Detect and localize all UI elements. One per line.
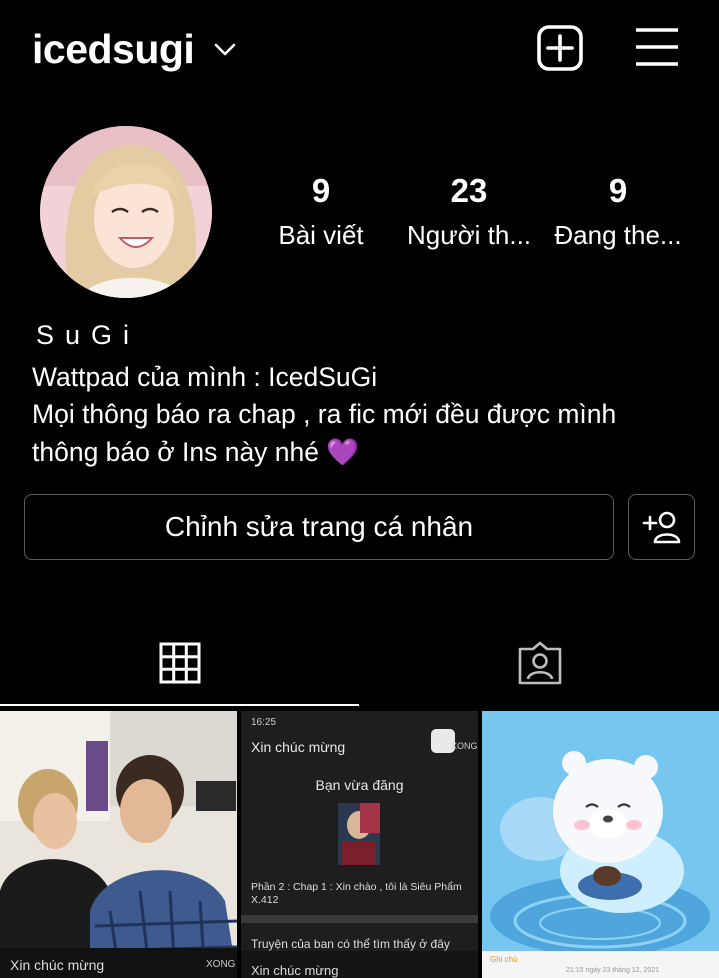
bio-line-3: thông báo ở Ins này nhé 💜 bbox=[32, 437, 360, 467]
stat-posts[interactable]: 9 Bài viết bbox=[246, 172, 396, 251]
tile2-status-time: 16:25 bbox=[251, 717, 277, 728]
edit-profile-label: Chỉnh sửa trang cá nhân bbox=[164, 511, 474, 542]
tile2-cover-image bbox=[338, 803, 380, 865]
posts-label: Bài viết bbox=[278, 220, 364, 250]
tile2-footer: Truyện của ban có thể tìm thấy ở đây bbox=[251, 937, 450, 951]
tab-tagged[interactable] bbox=[360, 620, 719, 706]
tile2-caption: Xin chúc mừng bbox=[251, 963, 339, 978]
post-thumbnail-3[interactable]: Ghi chú 21:15 ngày 23 tháng 12, 2021 bbox=[482, 711, 719, 978]
avatar-photo bbox=[40, 126, 212, 298]
tile2-subtitle: Bạn vừa đăng bbox=[315, 777, 404, 793]
tile1-caption: Xin chúc mừng bbox=[10, 957, 105, 973]
bio-line-1: Wattpad của mình : IcedSuGi bbox=[32, 362, 378, 392]
chevron-down-icon[interactable] bbox=[212, 36, 238, 62]
grid-icon bbox=[159, 642, 200, 684]
followers-count: 23 bbox=[450, 172, 488, 209]
rj-bear-illustration bbox=[482, 711, 719, 978]
stat-following[interactable]: 9 Đang the... bbox=[543, 172, 693, 251]
post-thumbnail-1[interactable]: Xin chúc mừng XONG bbox=[0, 711, 237, 978]
followers-label: Người th... bbox=[406, 220, 532, 250]
menu-icon[interactable] bbox=[634, 26, 680, 68]
tile2-divider bbox=[241, 915, 478, 923]
tagged-person-icon bbox=[518, 641, 561, 685]
following-label: Đang the... bbox=[554, 220, 682, 250]
tab-posts-grid[interactable] bbox=[0, 620, 359, 706]
tile1-badge: XONG bbox=[206, 959, 236, 970]
active-tab-indicator bbox=[0, 704, 359, 706]
stat-followers[interactable]: 23 Người th... bbox=[394, 172, 544, 251]
following-count: 9 bbox=[608, 172, 628, 209]
discover-people-button[interactable] bbox=[628, 494, 695, 560]
post-thumbnail-2[interactable]: 16:25 Xin chúc mừng XONG Bạn vừa đăng Ph… bbox=[241, 711, 478, 978]
bio-line-2: Mọi thông báo ra chap , ra fic mới đều đ… bbox=[32, 399, 617, 429]
posts-count: 9 bbox=[311, 172, 331, 209]
add-person-icon bbox=[642, 511, 680, 544]
tile2-story: Phần 2 : Chap 1 : Xin chào , tôi là Siêu… bbox=[251, 881, 462, 906]
tile2-badge: XONG bbox=[451, 741, 478, 751]
new-post-icon[interactable] bbox=[536, 24, 584, 72]
avatar[interactable] bbox=[40, 126, 212, 298]
profile-name: SuGi bbox=[36, 320, 141, 350]
tile3-back-label: Ghi chú bbox=[490, 955, 518, 964]
profile-username[interactable]: icedsugi bbox=[32, 26, 195, 73]
post-photo bbox=[0, 711, 237, 978]
edit-profile-button[interactable]: Chỉnh sửa trang cá nhân bbox=[24, 494, 614, 560]
tile3-date: 21:15 ngày 23 tháng 12, 2021 bbox=[566, 967, 660, 974]
tile2-title: Xin chúc mừng bbox=[251, 739, 346, 755]
